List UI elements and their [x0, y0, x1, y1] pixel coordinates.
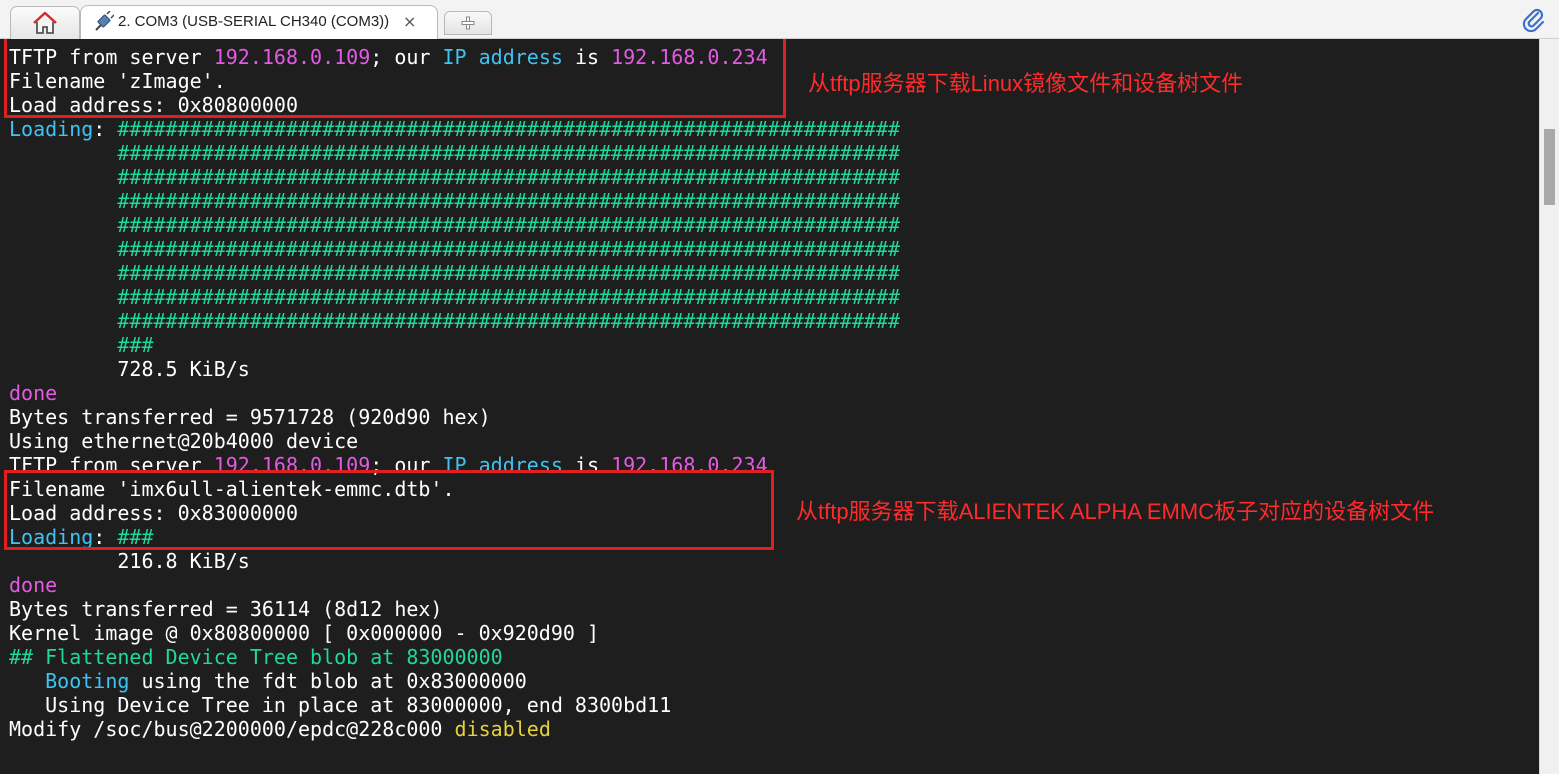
terminal-text-segment: ## Flattened Device Tree blob at 8300000… [9, 645, 503, 669]
terminal-line: Loading: ###############################… [9, 117, 900, 141]
terminal-line: Kernel image @ 0x80800000 [ 0x000000 - 0… [9, 621, 900, 645]
terminal-text-segment: Bytes transferred = 36114 (8d12 hex) [9, 597, 443, 621]
terminal-text-segment: using the fdt blob at 0x83000000 [129, 669, 527, 693]
terminal-text-segment: 728.5 KiB/s [9, 357, 250, 381]
terminal-line: ########################################… [9, 261, 900, 285]
terminal-line: Using Device Tree in place at 83000000, … [9, 693, 900, 717]
terminal-text-segment: ########################################… [117, 141, 901, 165]
terminal-text-segment: : [93, 117, 118, 141]
terminal-text-segment: done [9, 573, 58, 597]
terminal-text-segment: Booting [45, 669, 130, 693]
terminal-line: Booting using the fdt blob at 0x83000000 [9, 669, 900, 693]
terminal-line: ## Flattened Device Tree blob at 8300000… [9, 645, 900, 669]
home-icon [33, 11, 57, 34]
paperclip-icon[interactable] [1521, 7, 1547, 33]
terminal-text-segment: ### [117, 333, 154, 357]
plus-icon [461, 16, 475, 30]
terminal-line: done [9, 381, 900, 405]
new-tab-button[interactable] [444, 11, 492, 35]
tab-bar: 2. COM3 (USB-SERIAL CH340 (COM3)) × [0, 0, 1559, 39]
terminal-text-segment: 216.8 KiB/s [9, 549, 250, 573]
terminal-line: ########################################… [9, 237, 900, 261]
close-icon[interactable]: × [403, 12, 416, 31]
terminal-line: ########################################… [9, 213, 900, 237]
terminal-text-segment: done [9, 381, 58, 405]
terminal-text-segment: Kernel image @ 0x80800000 [ 0x000000 - 0… [9, 621, 600, 645]
vertical-scrollbar[interactable] [1539, 39, 1559, 774]
terminal-line: 216.8 KiB/s [9, 549, 900, 573]
terminal-line: ########################################… [9, 309, 900, 333]
terminal-line: Modify /soc/bus@2200000/epdc@228c000 dis… [9, 717, 900, 741]
terminal-text-segment: ########################################… [117, 189, 901, 213]
plug-icon [95, 11, 114, 31]
annotation-dtb: 从tftp服务器下载ALIENTEK ALPHA EMMC板子对应的设备树文件 [796, 499, 1435, 524]
terminal-text-segment: Using ethernet@20b4000 device [9, 429, 359, 453]
highlight-box-dtb [4, 470, 774, 550]
terminal-line: done [9, 573, 900, 597]
terminal-text-segment: ########################################… [117, 117, 901, 141]
tab-title: 2. COM3 (USB-SERIAL CH340 (COM3)) [118, 13, 390, 30]
terminal-line: Bytes transferred = 9571728 (920d90 hex) [9, 405, 900, 429]
terminal-text-segment: Using Device Tree in place at 83000000, … [9, 693, 672, 717]
terminal-line: ########################################… [9, 285, 900, 309]
terminal-text-segment: ########################################… [117, 213, 901, 237]
tab-com3-session[interactable]: 2. COM3 (USB-SERIAL CH340 (COM3)) × [80, 5, 438, 39]
terminal-line: ########################################… [9, 165, 900, 189]
terminal-line: ### [9, 333, 900, 357]
scroll-thumb[interactable] [1544, 129, 1555, 205]
terminal-text-segment: ########################################… [117, 285, 901, 309]
home-tab[interactable] [10, 6, 80, 39]
terminal-line: Using ethernet@20b4000 device [9, 429, 900, 453]
terminal-line: 728.5 KiB/s [9, 357, 900, 381]
terminal-line: ########################################… [9, 189, 900, 213]
terminal-output: TFTP from server 192.168.0.109; our IP a… [9, 45, 900, 741]
terminal-text-segment: ########################################… [117, 237, 901, 261]
terminal-text-segment: Bytes transferred = 9571728 (920d90 hex) [9, 405, 491, 429]
terminal-area[interactable]: TFTP from server 192.168.0.109; our IP a… [0, 39, 1539, 774]
terminal-text-segment: disabled [454, 717, 551, 741]
terminal-line: ########################################… [9, 141, 900, 165]
terminal-text-segment: ########################################… [117, 309, 901, 333]
annotation-zimage: 从tftp服务器下载Linux镜像文件和设备树文件 [808, 71, 1244, 96]
terminal-text-segment: ########################################… [117, 165, 901, 189]
terminal-text-segment: ########################################… [117, 261, 901, 285]
terminal-text-segment: Loading [9, 117, 94, 141]
terminal-text-segment: Modify /soc/bus@2200000/epdc@228c000 [9, 717, 455, 741]
terminal-line: Bytes transferred = 36114 (8d12 hex) [9, 597, 900, 621]
highlight-box-zimage [4, 39, 786, 118]
